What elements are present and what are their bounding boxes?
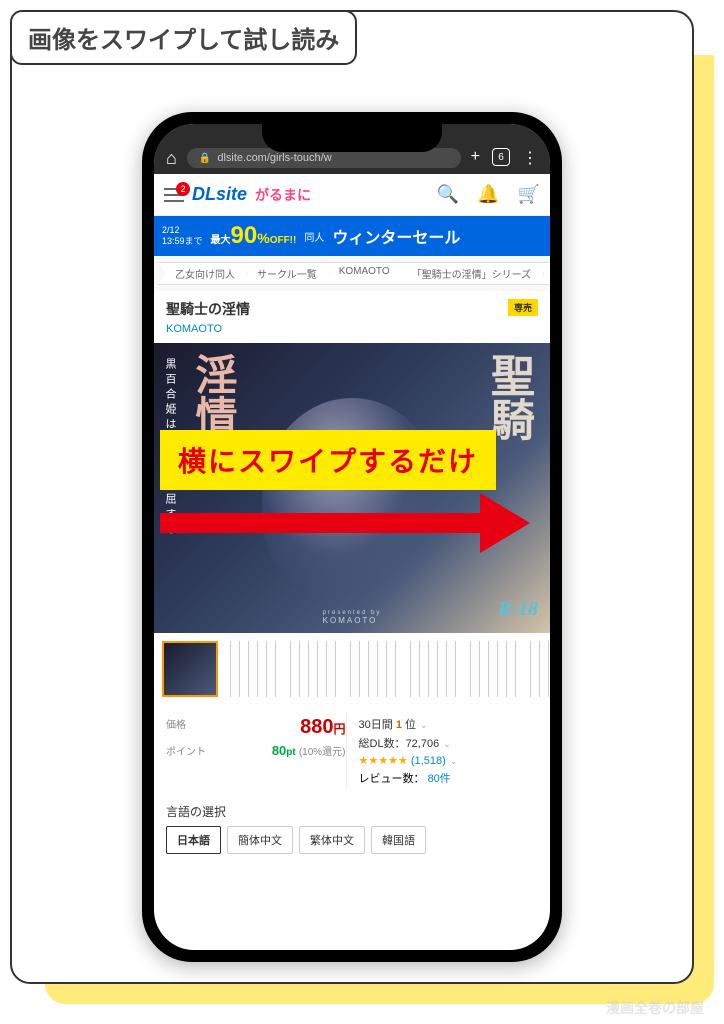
download-count-line[interactable]: 総DL数：72,706⌄: [359, 735, 539, 751]
watermark: 漫画全巻の部屋: [606, 998, 704, 1018]
tab-count-button[interactable]: 6: [492, 148, 510, 166]
price-value: 880: [300, 716, 333, 738]
thumbnail-item[interactable]: [402, 641, 458, 697]
price-label: 価格: [166, 720, 186, 731]
exclusive-badge: 専売: [508, 299, 538, 316]
thumbnail-item[interactable]: [462, 641, 518, 697]
star-rating-icon: ★★★★★: [359, 755, 408, 767]
bell-icon[interactable]: 🔔: [477, 184, 499, 205]
url-text: dlsite.com/girls-touch/w: [217, 152, 331, 164]
plus-icon[interactable]: +: [471, 148, 480, 168]
lang-button-zh-tw[interactable]: 繁体中文: [299, 826, 365, 854]
language-section: 言語の選択 日本語 簡体中文 繁体中文 韓国語: [154, 797, 550, 866]
breadcrumb-item[interactable]: KOMAOTO: [322, 262, 403, 285]
search-icon[interactable]: 🔍: [437, 184, 459, 205]
thumbnail-strip[interactable]: [154, 633, 550, 705]
points-value: 80: [272, 743, 286, 758]
product-info: 価格 880円 ポイント 80pt (10%還元) 30日間 1 位⌄ 総DL数…: [154, 705, 550, 797]
lock-icon: 🔒: [199, 153, 211, 164]
chevron-down-icon: ⌄: [420, 720, 428, 730]
cover-credit: presented by KOMAOTO: [323, 607, 382, 625]
points-label: ポイント: [166, 747, 206, 758]
cover-title-left: 淫情: [182, 353, 243, 437]
review-count-line[interactable]: レビュー数： 80件: [359, 770, 539, 786]
menu-dots-icon[interactable]: ⋮: [522, 148, 538, 168]
thumbnail-item[interactable]: [222, 641, 278, 697]
product-author[interactable]: KOMAOTO: [166, 323, 538, 335]
thumbnail-item[interactable]: [342, 641, 398, 697]
r18-badge: R-18: [498, 598, 538, 621]
site-sublogo[interactable]: がるまに: [255, 185, 311, 205]
chevron-down-icon: ⌄: [443, 739, 451, 749]
swipe-instruction-overlay: 横にスワイプするだけ: [160, 430, 724, 548]
breadcrumb-item[interactable]: 乙女向け同人: [158, 262, 248, 285]
cart-icon[interactable]: 🛒: [518, 184, 540, 205]
instruction-header: 画像をスワイプして試し読み: [10, 10, 357, 65]
sale-banner[interactable]: 2/12 13:59まで 最大 90 % OFF!! 同人 ウィンターセール: [154, 216, 550, 256]
thumbnail-item[interactable]: [522, 641, 550, 697]
product-title: 聖騎士の淫情: [166, 299, 538, 319]
lang-button-jp[interactable]: 日本語: [166, 826, 221, 854]
language-title: 言語の選択: [166, 803, 538, 820]
home-icon[interactable]: ⌂: [166, 148, 177, 169]
sale-discount: 最大 90 % OFF!!: [211, 222, 297, 250]
thumbnail-item[interactable]: [282, 641, 338, 697]
chevron-down-icon: ⌄: [450, 756, 458, 766]
swipe-instruction-text: 横にスワイプするだけ: [160, 430, 496, 490]
sale-title: ウィンターセール: [332, 224, 460, 248]
hamburger-menu[interactable]: 2: [164, 188, 184, 202]
rating-line[interactable]: ★★★★★ (1,518)⌄: [359, 754, 539, 767]
product-header: 専売 聖騎士の淫情 KOMAOTO: [154, 291, 550, 343]
ranking-line[interactable]: 30日間 1 位⌄: [359, 716, 539, 732]
breadcrumb: 乙女向け同人 サークル一覧 KOMAOTO 「聖騎士の淫情」シリーズ 聖: [154, 256, 550, 291]
lang-button-ko[interactable]: 韓国語: [371, 826, 426, 854]
site-header: 2 DLsite がるまに 🔍 🔔 🛒: [154, 174, 550, 216]
swipe-arrow-icon: [160, 498, 540, 548]
cover-title-right: 聖騎: [476, 353, 540, 441]
sale-deadline: 2/12 13:59まで: [162, 225, 203, 247]
phone-notch: [262, 124, 442, 152]
site-logo[interactable]: DLsite: [192, 184, 247, 205]
breadcrumb-item[interactable]: サークル一覧: [240, 262, 330, 285]
notification-badge: 2: [176, 182, 190, 196]
breadcrumb-item[interactable]: 「聖騎士の淫情」シリーズ: [395, 262, 545, 285]
thumbnail-item[interactable]: [162, 641, 218, 697]
lang-button-zh-cn[interactable]: 簡体中文: [227, 826, 293, 854]
